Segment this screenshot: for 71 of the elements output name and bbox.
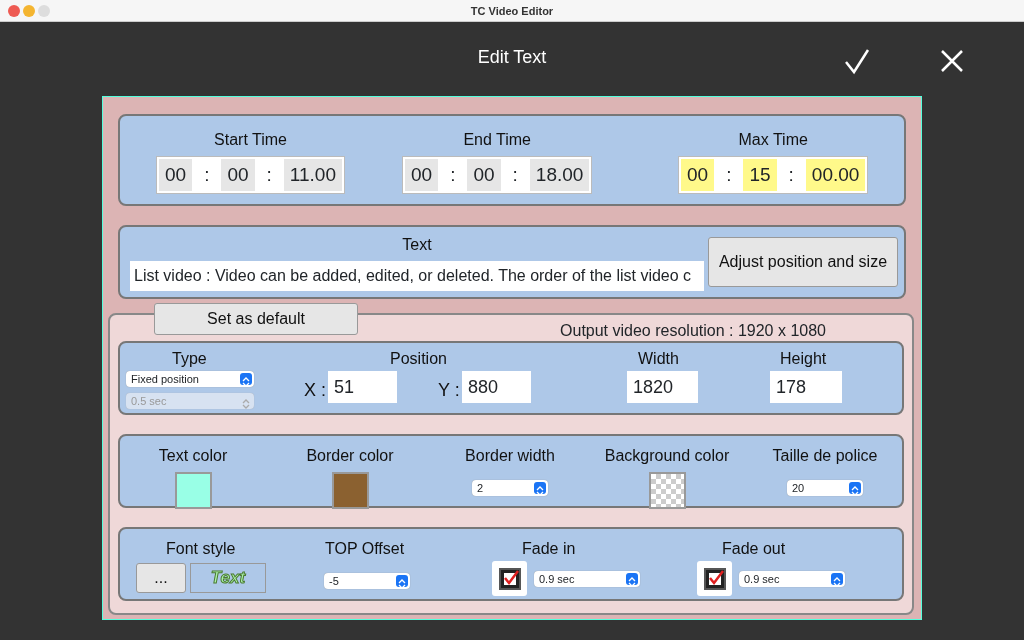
time-field[interactable]: 00: [159, 159, 193, 191]
set-default-button[interactable]: Set as default: [154, 303, 358, 335]
adjust-button[interactable]: Adjust position and size: [708, 237, 898, 287]
fade-checkbox[interactable]: [697, 561, 732, 596]
separator-label: :: [265, 162, 273, 187]
appearance-label: Border width: [465, 446, 555, 466]
dropdown: 0.5 sec: [126, 393, 254, 409]
height-field[interactable]: 178: [770, 371, 842, 403]
font-preview: Text: [190, 563, 266, 593]
fade-label: Fade out: [722, 539, 786, 559]
appearance-label: Text color: [158, 446, 228, 466]
chevron-icon: [849, 482, 861, 494]
transparent-swatch[interactable]: [648, 472, 686, 509]
close-icon: [939, 48, 965, 74]
appearance-label: Background color: [604, 446, 730, 466]
dropdown[interactable]: -5: [324, 573, 410, 589]
text-field[interactable]: List video : Video can be added, edited, or deleted. The order of the list video c: [130, 261, 704, 291]
separator-label: :: [511, 162, 519, 187]
separator-label: :: [203, 162, 211, 187]
fade-label: Fade in: [522, 539, 576, 559]
close-window-button[interactable]: [8, 5, 20, 17]
resolution-label: Output video resolution : 1920 x 1080: [560, 321, 826, 341]
dropdown[interactable]: 2: [472, 480, 548, 496]
dropdown[interactable]: 0.9 sec: [739, 571, 845, 587]
dropdown[interactable]: 0.9 sec: [534, 571, 640, 587]
x-label: X :: [304, 379, 326, 402]
time-input-group[interactable]: 00 : 00 : 11.00: [156, 156, 345, 194]
separator-label: :: [725, 162, 733, 187]
time-field[interactable]: 15: [743, 159, 777, 191]
time-field[interactable]: 00.00: [805, 159, 866, 191]
time-field[interactable]: 00: [221, 159, 255, 191]
type-label: Type: [172, 349, 207, 369]
time-field[interactable]: 18.00: [529, 159, 590, 191]
height-label: Height: [780, 349, 827, 369]
time-input-group[interactable]: 00 : 00 : 18.00: [402, 156, 593, 194]
time-field[interactable]: 00: [681, 159, 715, 191]
color-swatch[interactable]: [331, 472, 369, 509]
checkmark-icon: [843, 47, 871, 75]
text-label: Text: [402, 235, 432, 255]
chevron-icon: [831, 573, 843, 585]
chevron-icon: [396, 575, 408, 587]
y-field[interactable]: 880: [462, 371, 531, 403]
fade-checkbox[interactable]: [492, 561, 527, 596]
time-field[interactable]: 11.00: [283, 159, 342, 191]
time-label: Max Time: [738, 130, 808, 150]
appearance-label: Taille de police: [772, 446, 878, 466]
window-title: TC Video Editor: [470, 5, 554, 17]
font-style-label: Font style: [166, 539, 236, 559]
appearance-label: Border color: [306, 446, 394, 466]
top-offset-label: TOP Offset: [325, 539, 405, 559]
position-label: Position: [390, 349, 447, 369]
x-field[interactable]: 51: [328, 371, 397, 403]
font-style-button[interactable]: ...: [136, 563, 186, 593]
dialog-title: Edit Text: [476, 46, 548, 69]
chevron-icon: [240, 373, 252, 385]
time-input-group[interactable]: 00 : 15 : 00.00: [678, 156, 869, 194]
color-swatch[interactable]: [174, 472, 212, 509]
time-label: Start Time: [214, 130, 287, 150]
time-field[interactable]: 00: [405, 159, 439, 191]
dropdown[interactable]: Fixed position: [126, 371, 254, 387]
width-field[interactable]: 1820: [627, 371, 698, 403]
chevron-icon: [534, 482, 546, 494]
separator-label: :: [449, 162, 457, 187]
minimize-window-button[interactable]: [23, 5, 35, 17]
chevron-icon: [626, 573, 638, 585]
time-label: End Time: [463, 130, 531, 150]
width-label: Width: [638, 349, 679, 369]
time-field[interactable]: 00: [467, 159, 501, 191]
separator-label: :: [787, 162, 795, 187]
dropdown[interactable]: 20: [787, 480, 863, 496]
y-label: Y :: [438, 379, 460, 402]
